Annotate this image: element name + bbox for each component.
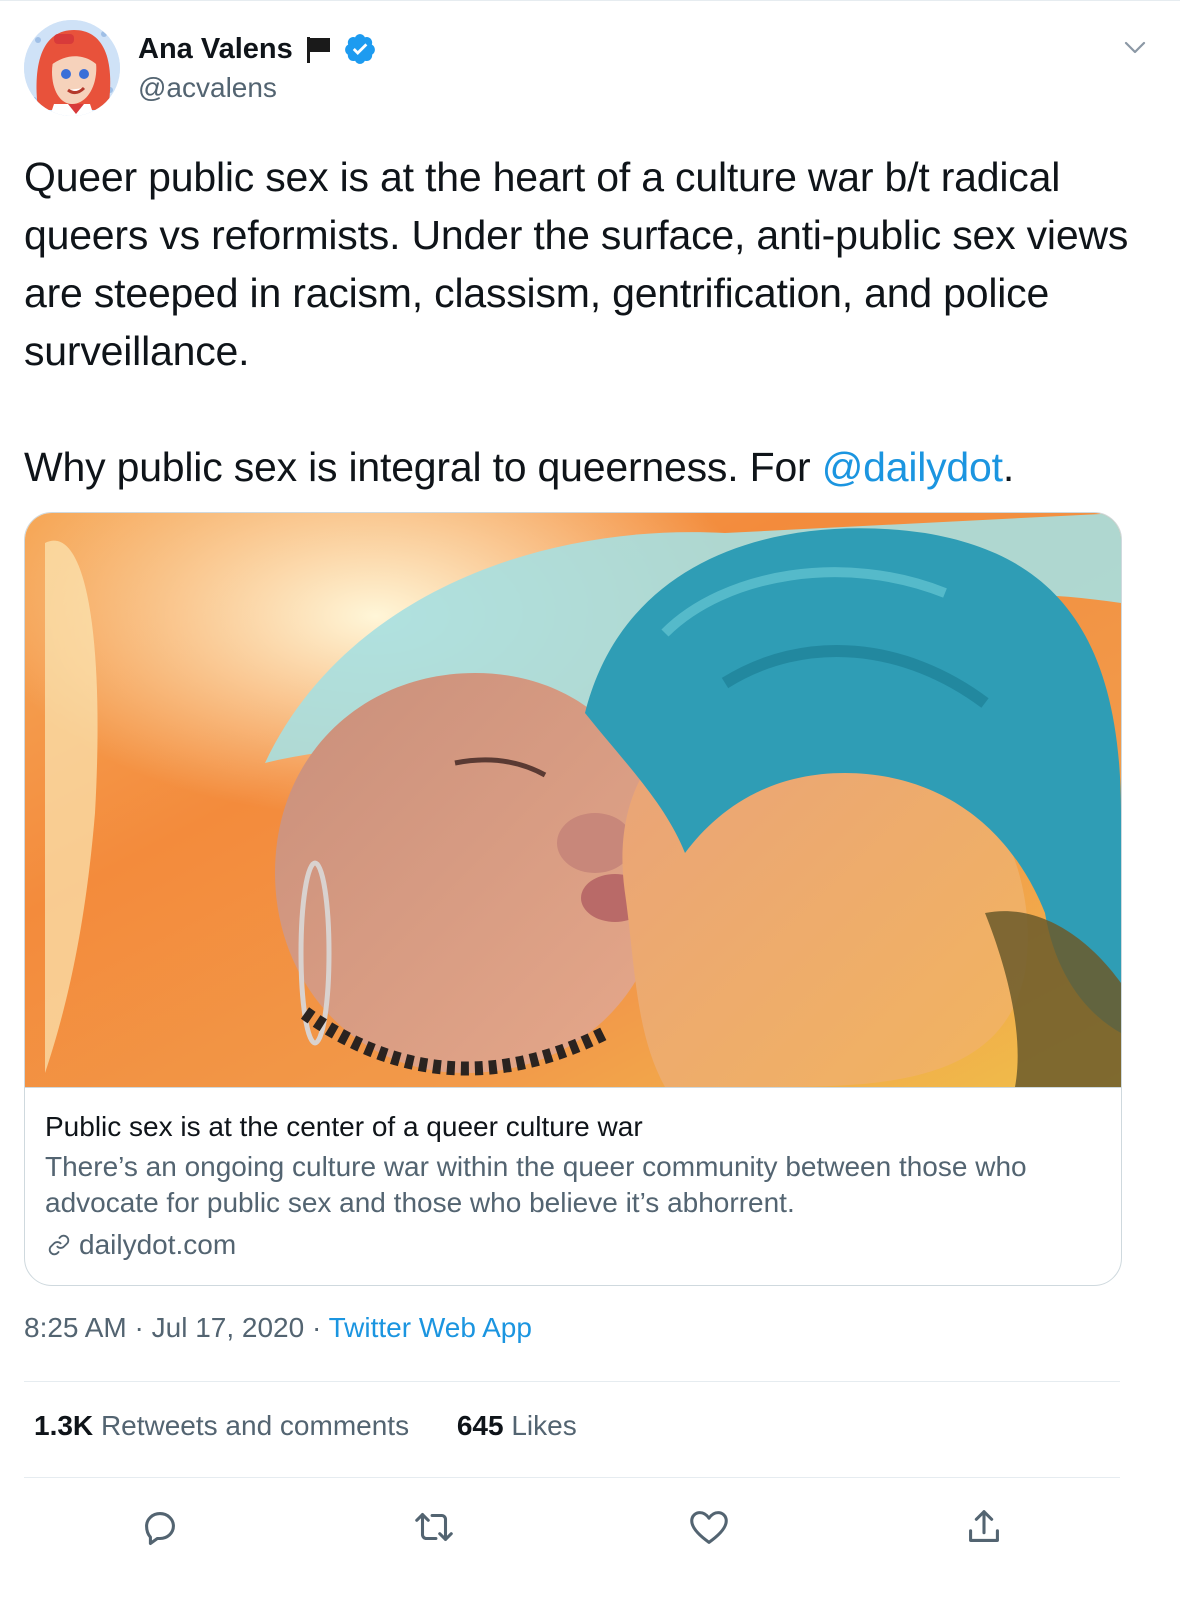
tweet-time[interactable]: 8:25 AM <box>24 1312 127 1343</box>
card-body: Public sex is at the center of a queer c… <box>45 1109 1105 1265</box>
tweet-paragraph-1: Queer public sex is at the heart of a cu… <box>24 154 1129 374</box>
retweets-count: 1.3K <box>34 1410 94 1441</box>
likes-label: Likes <box>511 1410 577 1441</box>
card-title: Public sex is at the center of a queer c… <box>45 1111 643 1142</box>
tweet-header: Ana Valens @acvalens <box>24 20 1156 120</box>
anime-avatar-icon <box>24 20 120 116</box>
divider <box>24 1381 1120 1382</box>
mention-link[interactable]: @dailydot <box>822 444 1003 490</box>
link-icon <box>48 1234 70 1256</box>
tweet-paragraph-2-end: . <box>1002 444 1015 490</box>
handle[interactable]: @acvalens <box>138 72 277 104</box>
avatar[interactable] <box>24 20 120 116</box>
likes-count: 645 <box>456 1410 504 1441</box>
chevron-down-icon[interactable] <box>1118 30 1152 64</box>
tweet-text: Queer public sex is at the heart of a cu… <box>24 148 1144 496</box>
retweet-icon[interactable] <box>411 1504 457 1550</box>
card-description: There’s an ongoing culture war within th… <box>45 1151 1027 1218</box>
tweet-date[interactable]: Jul 17, 2020 <box>152 1312 305 1343</box>
link-card[interactable]: Public sex is at the center of a queer c… <box>24 512 1122 1286</box>
reply-icon[interactable] <box>137 1504 183 1550</box>
tweet-paragraph-2-text: Why public sex is integral to queerness.… <box>24 444 822 490</box>
action-bar <box>0 1500 1180 1560</box>
tweet-paragraph-2: Why public sex is integral to queerness.… <box>24 438 1144 496</box>
top-divider <box>0 0 1180 1</box>
retweets-label: Retweets and comments <box>100 1410 410 1441</box>
card-domain: dailydot.com <box>79 1229 237 1260</box>
meta-separator-2: · <box>304 1312 329 1343</box>
tweet-meta: 8:25 AM · Jul 17, 2020 · Twitter Web App <box>24 1312 532 1344</box>
likes-stat[interactable]: 645 Likes <box>457 1410 577 1442</box>
card-domain-row: dailydot.com <box>45 1225 1105 1265</box>
divider <box>24 1477 1120 1478</box>
share-icon[interactable] <box>961 1504 1007 1550</box>
name-row: Ana Valens <box>138 32 377 66</box>
tweet-source[interactable]: Twitter Web App <box>329 1312 532 1343</box>
meta-separator-1: · <box>126 1312 152 1343</box>
retweets-stat[interactable]: 1.3K Retweets and comments <box>34 1410 409 1442</box>
tweet-stats: 1.3K Retweets and comments 645 Likes <box>34 1410 577 1442</box>
verified-badge-icon <box>344 34 375 64</box>
like-icon[interactable] <box>686 1504 732 1550</box>
display-name[interactable]: Ana Valens <box>138 33 293 66</box>
card-image[interactable] <box>25 513 1121 1088</box>
black-flag-icon <box>306 37 330 63</box>
